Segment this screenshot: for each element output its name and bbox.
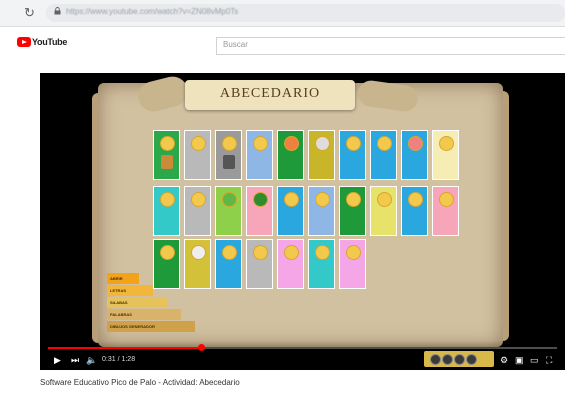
tile-dot-icon — [377, 192, 392, 207]
tile-dot-icon — [408, 136, 423, 151]
letter-tile[interactable] — [432, 130, 459, 180]
tile-dot-icon — [346, 245, 361, 260]
letter-tile[interactable] — [153, 239, 180, 289]
video-player[interactable]: ABECEDARIO ABRIR LETRAS SILABAS PALABRAS DIB… — [40, 73, 565, 370]
letter-tile[interactable] — [308, 130, 335, 180]
game-title: ABECEDARIO — [219, 86, 321, 101]
tile-picture — [161, 155, 173, 169]
tile-dot-icon — [160, 192, 175, 207]
tile-dot-icon — [439, 136, 454, 151]
tile-dot-icon — [377, 136, 392, 151]
tile-dot-icon — [222, 136, 237, 151]
letter-tile[interactable] — [308, 186, 335, 236]
title-banner: ABECEDARIO — [185, 80, 355, 110]
address-bar[interactable]: https://www.youtube.com/watch?v=ZN08vMp0… — [46, 4, 565, 22]
time-display: 0:31 / 1:28 — [102, 356, 136, 363]
tile-dot-icon — [408, 192, 423, 207]
letter-tile[interactable] — [339, 186, 366, 236]
next-icon[interactable]: ⏭ — [71, 355, 79, 366]
letter-tile[interactable] — [308, 239, 335, 289]
letter-tile[interactable] — [401, 130, 428, 180]
menu-step[interactable]: LETRAS — [107, 285, 153, 296]
menu-step[interactable]: PALABRAS — [107, 309, 181, 320]
tile-dot-icon — [191, 245, 206, 260]
tile-dot-icon — [222, 245, 237, 260]
letter-tile[interactable] — [215, 130, 242, 180]
video-title: Software Educativo Pico de Palo - Activi… — [40, 378, 240, 387]
letter-tile[interactable] — [215, 186, 242, 236]
letter-tile[interactable] — [277, 186, 304, 236]
tile-dot-icon — [284, 192, 299, 207]
youtube-header: YouTube Buscar — [0, 27, 565, 63]
tile-dot-icon — [253, 136, 268, 151]
letter-tile[interactable] — [215, 239, 242, 289]
letter-tile[interactable] — [370, 186, 397, 236]
tile-dot-icon — [346, 136, 361, 151]
menu-step[interactable]: ABRIR — [107, 273, 139, 284]
letter-tile[interactable] — [401, 186, 428, 236]
tile-dot-icon — [191, 136, 206, 151]
letter-tile[interactable] — [370, 130, 397, 180]
tile-picture — [223, 155, 235, 169]
letter-tile[interactable] — [184, 130, 211, 180]
reload-icon[interactable]: ↻ — [24, 5, 35, 21]
letter-tile[interactable] — [153, 186, 180, 236]
progress-knob[interactable] — [197, 344, 205, 351]
tile-dot-icon — [315, 192, 330, 207]
youtube-play-icon — [17, 37, 31, 47]
tool-circle-icon — [442, 354, 453, 365]
tile-dot-icon — [284, 136, 299, 151]
tile-dot-icon — [253, 245, 268, 260]
youtube-logo[interactable]: YouTube — [17, 37, 67, 47]
tile-dot-icon — [191, 192, 206, 207]
letter-tile[interactable] — [339, 239, 366, 289]
letter-tile[interactable] — [432, 186, 459, 236]
search-input[interactable]: Buscar — [216, 37, 565, 55]
tool-circle-icon — [466, 354, 477, 365]
tile-dot-icon — [315, 245, 330, 260]
letter-tile[interactable] — [184, 186, 211, 236]
tile-dot-icon — [253, 192, 268, 207]
letter-tile[interactable] — [277, 130, 304, 180]
lock-icon — [54, 7, 61, 15]
letter-tile[interactable] — [246, 239, 273, 289]
tile-dot-icon — [222, 192, 237, 207]
tile-dot-icon — [284, 245, 299, 260]
miniplayer-icon[interactable]: ▣ — [515, 355, 524, 366]
url-text: https://www.youtube.com/watch?v=ZN08vMp0… — [66, 7, 239, 16]
settings-icon[interactable]: ⚙ — [500, 355, 508, 366]
letter-tile[interactable] — [184, 239, 211, 289]
search-placeholder: Buscar — [223, 40, 248, 49]
fullscreen-icon[interactable]: ⛶ — [546, 355, 552, 366]
letter-tile[interactable] — [246, 130, 273, 180]
letter-tile[interactable] — [277, 239, 304, 289]
tile-dot-icon — [346, 192, 361, 207]
menu-step[interactable]: SILABAS — [107, 297, 167, 308]
progress-fill — [48, 347, 201, 349]
tile-dot-icon — [315, 136, 330, 151]
play-icon[interactable]: ▶ — [54, 355, 61, 366]
letter-tile[interactable] — [339, 130, 366, 180]
volume-icon[interactable]: 🔈 — [86, 355, 97, 366]
tile-dot-icon — [160, 136, 175, 151]
theater-icon[interactable]: ▭ — [530, 355, 539, 366]
letter-tile[interactable] — [246, 186, 273, 236]
letter-tile[interactable] — [153, 130, 180, 180]
tool-circle-icon — [454, 354, 465, 365]
menu-step[interactable]: DIBUJOS GENERADOR — [107, 321, 195, 332]
game-toolbar — [424, 351, 494, 367]
progress-bar[interactable] — [48, 344, 557, 351]
youtube-logo-text: YouTube — [32, 37, 68, 47]
browser-toolbar: ↻ https://www.youtube.com/watch?v=ZN08vM… — [0, 0, 565, 27]
tile-dot-icon — [160, 245, 175, 260]
tile-dot-icon — [439, 192, 454, 207]
tool-circle-icon — [430, 354, 441, 365]
